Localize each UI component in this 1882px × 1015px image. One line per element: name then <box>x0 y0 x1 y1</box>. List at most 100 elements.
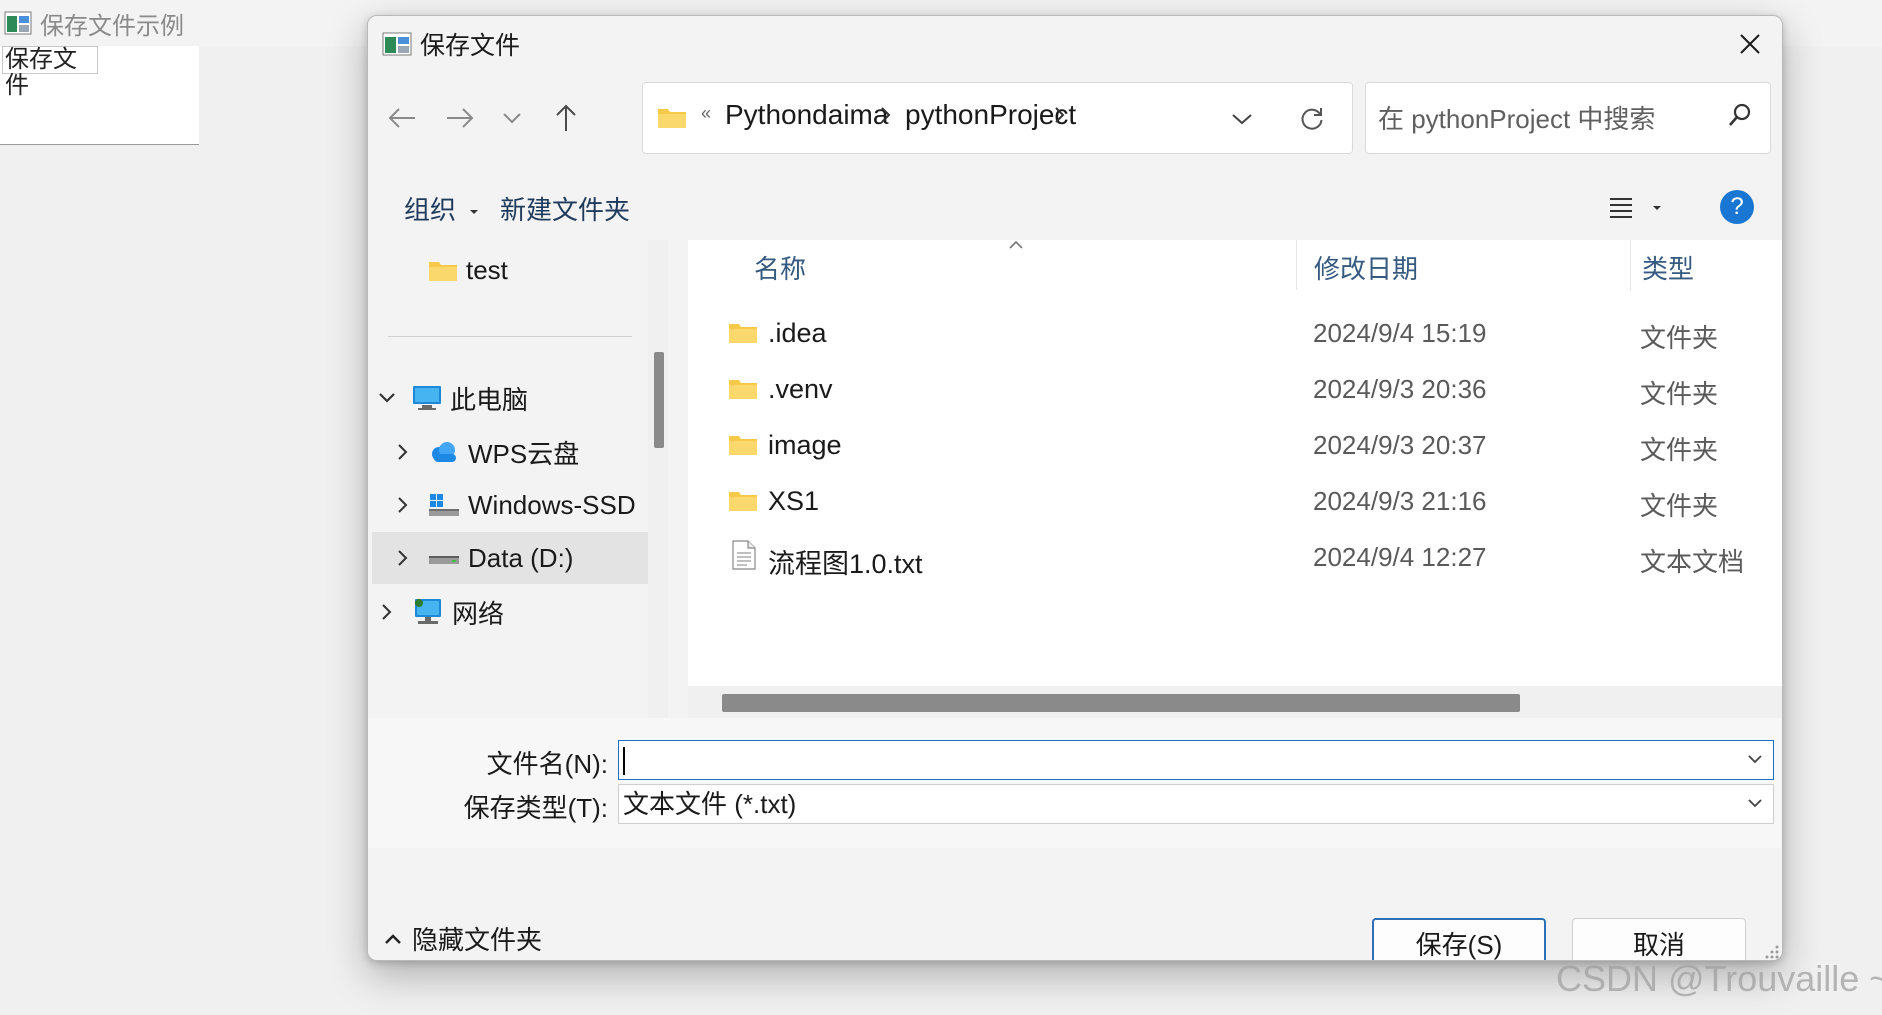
column-header-type[interactable]: 类型 <box>1642 240 1694 294</box>
file-date: 2024/9/4 15:19 <box>1313 318 1487 348</box>
command-toolbar: 组织 新建文件夹 ? <box>368 176 1782 240</box>
expand-toggle[interactable] <box>372 603 402 621</box>
nav-item-label: WPS云盘 <box>468 438 580 469</box>
save-file-button[interactable]: 保存文件 <box>2 46 98 99</box>
refresh-icon <box>1301 108 1323 130</box>
close-button[interactable] <box>1718 16 1782 72</box>
column-header-name[interactable]: 名称 <box>754 240 806 294</box>
nav-item-windows-ssd[interactable]: Windows-SSD <box>388 479 648 531</box>
expand-toggle[interactable] <box>388 496 418 514</box>
breadcrumb-pythondaima[interactable]: Pythondaima <box>725 99 888 131</box>
arrow-left-icon <box>388 108 415 128</box>
organize-menu[interactable]: 组织 <box>404 190 479 227</box>
chevron-right-icon[interactable] <box>1053 105 1067 125</box>
folder-icon <box>658 109 686 128</box>
column-divider[interactable] <box>1630 240 1631 290</box>
chevron-right-icon <box>398 550 408 566</box>
folder-icon <box>729 492 757 511</box>
refresh-button[interactable] <box>1290 97 1334 141</box>
save-file-dialog: 保存文件 « Pythondaima pythonProject 在 pytho… <box>367 15 1783 961</box>
computer-icon <box>413 386 441 410</box>
filename-input[interactable] <box>623 745 1723 775</box>
expand-toggle[interactable] <box>388 443 418 461</box>
dialog-title: 保存文件 <box>420 32 521 60</box>
file-row[interactable]: .idea 2024/9/4 15:19 文件夹 <box>688 306 1782 362</box>
drive-icon <box>429 494 459 516</box>
nav-item-wps-cloud[interactable]: WPS云盘 <box>388 426 648 478</box>
nav-item-label: 此电脑 <box>450 384 529 415</box>
nav-pane-scroll-thumb[interactable] <box>654 352 664 448</box>
cloud-icon <box>432 442 456 462</box>
search-box[interactable] <box>1365 82 1771 154</box>
chevron-right-icon <box>398 444 408 460</box>
sort-ascending-icon <box>1009 240 1023 249</box>
file-row[interactable]: .venv 2024/9/3 20:36 文件夹 <box>688 362 1782 418</box>
expand-toggle[interactable] <box>372 392 402 404</box>
caret-down-icon <box>470 210 479 215</box>
filename-label: 文件名(N): <box>486 749 608 779</box>
file-row[interactable]: 流程图1.0.txt 2024/9/4 12:27 文本文档 <box>688 530 1782 586</box>
nav-item-label: test <box>466 254 508 285</box>
file-name: .venv <box>768 374 833 404</box>
chevron-down-icon[interactable] <box>1747 753 1763 765</box>
nav-item-network[interactable]: 网络 <box>372 586 648 638</box>
filename-combo[interactable] <box>618 740 1774 780</box>
file-name: 流程图1.0.txt <box>768 549 923 579</box>
forward-button[interactable] <box>436 94 484 142</box>
breadcrumb-pythonproject[interactable]: pythonProject <box>905 99 1076 131</box>
file-type: 文件夹 <box>1640 491 1719 521</box>
chevron-down-icon <box>1232 114 1252 125</box>
folder-icon <box>729 380 757 399</box>
back-button[interactable] <box>378 94 426 142</box>
save-button[interactable]: 保存(S) <box>1372 918 1546 960</box>
help-button[interactable]: ? <box>1720 190 1754 224</box>
folder-icon <box>729 324 757 343</box>
list-view-icon <box>1610 198 1632 218</box>
file-list: 名称 修改日期 类型 .idea 2024/9/4 15:19 文件夹 .ven… <box>688 240 1782 718</box>
search-icon[interactable] <box>1728 103 1752 127</box>
search-input[interactable] <box>1378 99 1708 139</box>
hide-folders-toggle[interactable]: 隐藏文件夹 <box>384 920 542 957</box>
nav-item-label: Data (D:) <box>468 542 574 573</box>
file-type: 文件夹 <box>1640 379 1719 409</box>
folder-icon <box>429 262 457 281</box>
file-row[interactable]: image 2024/9/3 20:37 文件夹 <box>688 418 1782 474</box>
recent-locations-button[interactable] <box>488 94 536 142</box>
file-row[interactable]: XS1 2024/9/3 21:16 文件夹 <box>688 474 1782 530</box>
app-icon <box>382 32 412 56</box>
nav-item-test[interactable]: test <box>388 244 648 296</box>
address-history-dropdown[interactable] <box>1222 99 1262 139</box>
nav-divider <box>388 336 632 337</box>
file-date: 2024/9/4 12:27 <box>1313 542 1487 572</box>
nav-pane-scrollbar[interactable] <box>648 240 668 718</box>
expand-toggle[interactable] <box>388 549 418 567</box>
overflow-chevron[interactable]: « <box>701 103 711 124</box>
cancel-button[interactable]: 取消 <box>1572 918 1746 960</box>
up-button[interactable] <box>542 94 590 142</box>
file-date: 2024/9/3 20:37 <box>1313 430 1487 460</box>
navigation-row: « Pythondaima pythonProject <box>368 82 1782 156</box>
network-icon <box>415 599 441 624</box>
column-divider[interactable] <box>1296 240 1297 290</box>
new-folder-button[interactable]: 新建文件夹 <box>500 190 630 227</box>
chevron-down-icon[interactable] <box>1747 797 1763 809</box>
filetype-value: 文本文件 (*.txt) <box>623 789 797 819</box>
chevron-up-icon <box>385 933 401 944</box>
file-date: 2024/9/3 21:16 <box>1313 486 1487 516</box>
nav-item-this-pc[interactable]: 此电脑 <box>372 372 648 424</box>
nav-item-data-d[interactable]: Data (D:) <box>372 532 648 584</box>
view-options-button[interactable] <box>1608 190 1678 226</box>
text-file-icon <box>732 540 756 570</box>
address-bar[interactable]: « Pythondaima pythonProject <box>642 82 1353 154</box>
horizontal-scroll-thumb[interactable] <box>722 694 1520 712</box>
filetype-select[interactable]: 文本文件 (*.txt) <box>618 784 1774 824</box>
arrow-up-icon <box>556 104 576 131</box>
file-name: XS1 <box>768 486 820 516</box>
chevron-right-icon[interactable] <box>879 105 893 125</box>
chevron-right-icon <box>382 604 392 620</box>
dialog-titlebar: 保存文件 <box>368 16 1782 72</box>
column-header-date[interactable]: 修改日期 <box>1314 240 1418 294</box>
file-type: 文件夹 <box>1640 435 1719 465</box>
arrow-right-icon <box>447 108 474 128</box>
watermark: CSDN @Trouvaille ~ <box>1556 958 1882 999</box>
